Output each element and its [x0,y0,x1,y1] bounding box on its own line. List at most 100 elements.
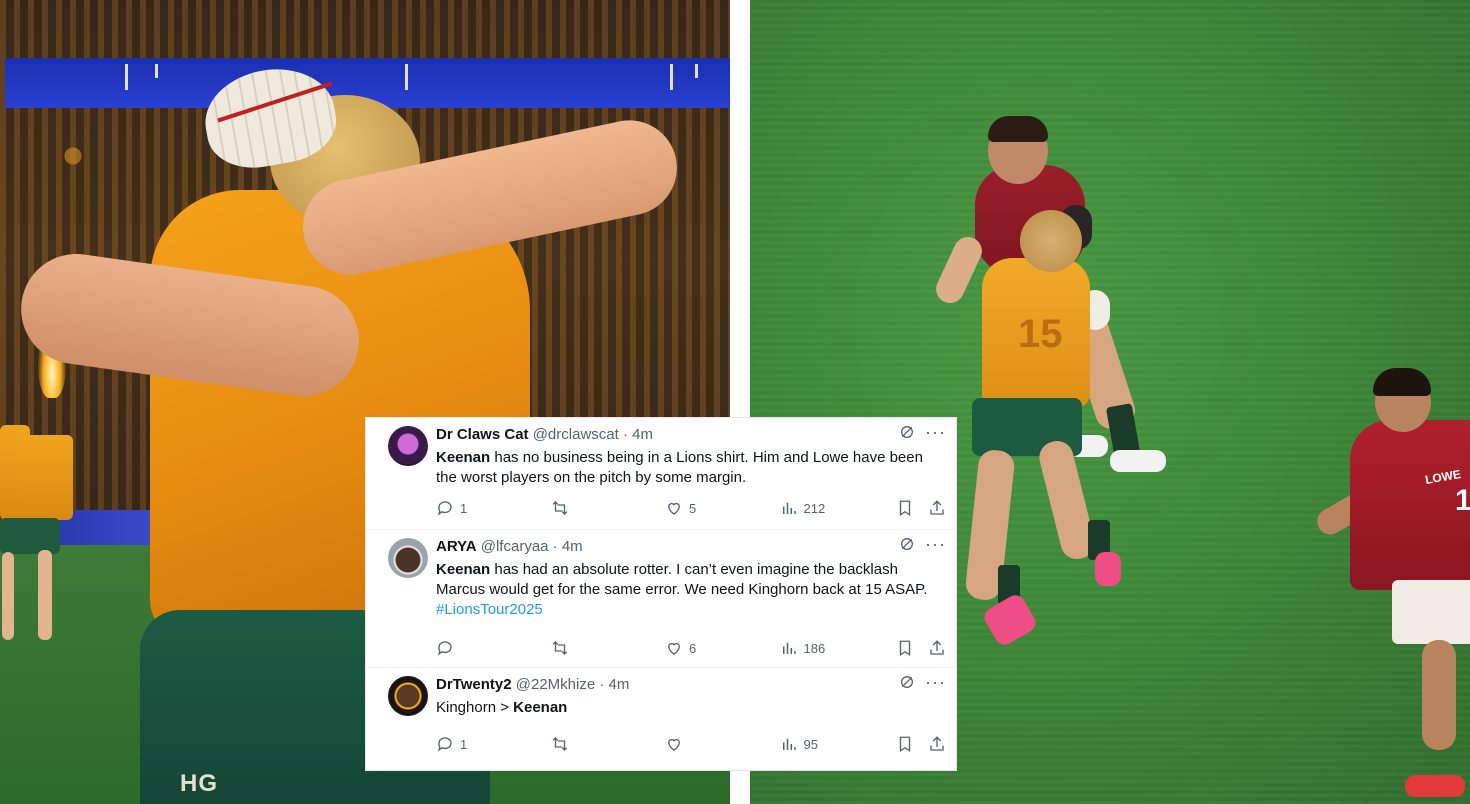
heart-icon [668,738,680,751]
views-icon [782,738,796,750]
reply-count: 1 [460,500,468,516]
timestamp[interactable]: · 4m [553,538,583,555]
views-button[interactable]: 95 [780,735,896,753]
banner-mark [670,64,673,90]
bookmark-icon [899,640,911,657]
tweet-menu: ··· [899,535,946,553]
display-name[interactable]: ARYA [436,538,477,555]
tweet-text: Keenan has no business being in a Lions … [436,448,941,488]
wallabies-player-boot [1095,552,1121,586]
retweet-icon [552,501,567,515]
lions-winger-boot [1405,775,1465,797]
tweet-header: ARYA @lfcaryaa · 4m [436,538,583,558]
display-name[interactable]: Dr Claws Cat [436,426,529,443]
grok-icon[interactable] [899,424,915,440]
views-button[interactable]: 186 [780,639,896,657]
tweet[interactable]: DrTwenty2 @22Mkhize · 4m ··· Kinghorn > … [366,668,956,770]
share-button[interactable] [928,499,946,517]
tweet-menu: ··· [899,423,946,441]
share-icon [930,736,944,751]
timestamp[interactable]: · 4m [599,676,629,693]
bookmark-icon [899,500,911,517]
wallabies-player-arm [931,232,987,308]
tweet[interactable]: Dr Claws Cat @drclawscat · 4m ··· Keenan… [366,418,956,530]
avatar[interactable] [388,426,428,466]
jersey-number: 11 [1455,484,1470,517]
hashtag-link[interactable]: #LionsTour2025 [436,601,543,618]
reply-button[interactable]: 1 [436,735,551,753]
share-button[interactable] [928,735,946,753]
background-player [18,435,73,520]
view-count: 212 [803,500,826,516]
background-player-leg [2,552,14,640]
tweet-actions: 6 186 [436,638,946,658]
bookmark-button[interactable] [896,499,914,517]
retweet-icon [552,737,567,751]
heart-icon [668,502,680,515]
banner-mark [155,64,158,78]
bold-mention: Keenan [513,699,568,716]
tweet-thread-card: Dr Claws Cat @drclawscat · 4m ··· Keenan… [366,418,956,770]
tweet-header: Dr Claws Cat @drclawscat · 4m [436,426,653,446]
like-button[interactable]: 5 [665,499,780,517]
more-options-icon[interactable]: ··· [925,673,946,691]
share-button[interactable] [928,639,946,657]
tweet-actions: 1 95 [436,734,946,754]
like-button[interactable]: 6 [665,639,780,657]
tweet-actions: 1 5 212 [436,498,946,518]
user-handle[interactable]: @lfcaryaa [481,538,549,555]
tweet-text: Kinghorn > Keenan [436,698,941,718]
user-handle[interactable]: @drclawscat [533,426,619,443]
grok-icon[interactable] [899,674,915,690]
tweet[interactable]: ARYA @lfcaryaa · 4m ··· Keenan has had a… [366,530,956,668]
share-icon [930,500,944,515]
retweet-button[interactable] [551,639,666,657]
share-icon [930,640,944,655]
tweet-header: DrTwenty2 @22Mkhize · 4m [436,676,629,696]
lions-player-boot [1110,450,1166,472]
lions-player-hair [988,116,1048,142]
tweet-menu: ··· [899,673,946,691]
views-icon [782,502,796,514]
lions-winger-jersey [1350,420,1470,590]
more-options-icon[interactable]: ··· [925,535,946,553]
banner-mark [125,64,128,90]
reply-icon [437,501,452,516]
bookmark-button[interactable] [896,639,914,657]
more-options-icon[interactable]: ··· [925,423,946,441]
banner-mark [695,64,698,78]
wallabies-player-head [1020,210,1082,272]
banner-mark [405,64,408,90]
bookmark-icon [899,736,911,753]
grok-icon[interactable] [899,536,915,552]
tweet-text-content: has no business being in a Lions shirt. … [436,449,923,486]
avatar[interactable] [388,676,428,716]
like-count: 6 [689,640,697,656]
shirt-lettering: HG [180,770,218,797]
views-button[interactable]: 212 [780,499,896,517]
retweet-button[interactable] [551,735,666,753]
retweet-icon [552,641,567,655]
timestamp[interactable]: · 4m [623,426,653,443]
user-handle[interactable]: @22Mkhize [516,676,595,693]
background-player-leg [38,550,52,640]
heart-icon [668,642,680,655]
like-count: 5 [689,500,697,516]
retweet-button[interactable] [551,499,666,517]
view-count: 95 [803,736,818,752]
display-name[interactable]: DrTwenty2 [436,676,512,693]
avatar[interactable] [388,538,428,578]
lions-winger-shorts [1392,580,1470,644]
reply-count: 1 [460,736,468,752]
bookmark-button[interactable] [896,735,914,753]
tweet-text: Keenan has had an absolute rotter. I can… [436,560,941,620]
bold-mention: Keenan [436,561,491,578]
lions-winger-hair [1373,368,1431,396]
lions-winger-leg [1422,640,1456,750]
bold-mention: Keenan [436,449,491,466]
reply-button[interactable]: 1 [436,499,551,517]
reply-button[interactable] [436,639,551,657]
reply-icon [437,641,452,656]
reply-icon [437,737,452,752]
like-button[interactable] [665,735,780,753]
